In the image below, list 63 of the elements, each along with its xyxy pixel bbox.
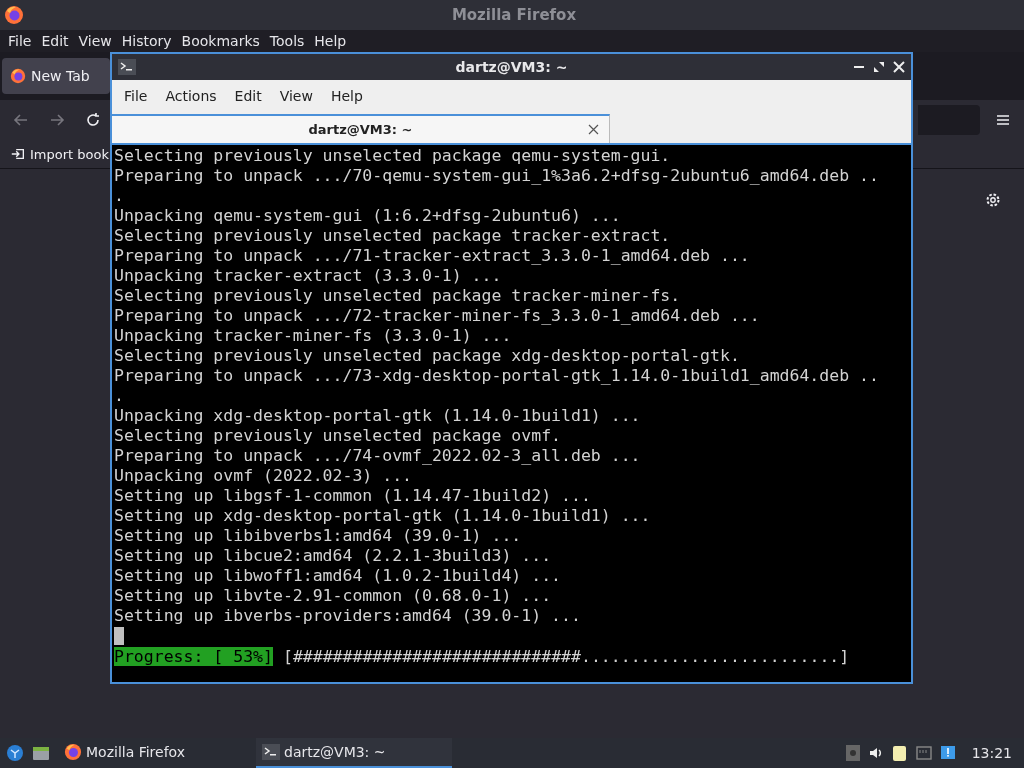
menu-item[interactable]: Tools xyxy=(264,33,310,49)
start-menu-icon[interactable] xyxy=(6,744,24,762)
menu-item[interactable]: Actions xyxy=(156,88,226,104)
reload-icon[interactable] xyxy=(84,111,102,129)
menu-item[interactable]: Help xyxy=(309,33,352,49)
menu-item[interactable]: View xyxy=(73,33,117,49)
text-cursor xyxy=(114,627,124,645)
terminal-line: Preparing to unpack .../70-qemu-system-gui_1%3a6.2+dfsg-2ubuntu6_amd64.deb .. xyxy=(114,166,879,185)
menu-item[interactable]: Edit xyxy=(225,88,271,104)
maximize-icon[interactable] xyxy=(873,61,885,73)
menu-item[interactable]: View xyxy=(270,88,322,104)
terminal-line: Selecting previously unselected package ovmf. xyxy=(114,426,562,445)
terminal-line: Setting up xdg-desktop-portal-gtk (1.14.0-1build1) ... xyxy=(114,506,651,525)
firefox-icon xyxy=(10,68,26,84)
taskbar-button[interactable]: Mozilla Firefox xyxy=(58,738,248,768)
terminal-line: Setting up libcue2:amd64 (2.2.1-3build3) ... xyxy=(114,546,552,565)
close-icon[interactable] xyxy=(588,124,599,135)
terminal-line: Setting up libvte-2.91-common (0.68.0-1) ... xyxy=(114,586,552,605)
terminal-line: Preparing to unpack .../74-ovmf_2022.02-3_all.deb ... xyxy=(114,446,641,465)
folder-icon[interactable] xyxy=(32,744,50,762)
terminal-tab[interactable]: dartz@VM3: ~ xyxy=(112,114,610,143)
menu-item[interactable]: File xyxy=(115,88,157,104)
volume-icon[interactable] xyxy=(867,745,884,761)
terminal-line: Setting up libwoff1:amd64 (1.0.2-1build4) ... xyxy=(114,566,562,585)
terminal-icon xyxy=(118,59,136,75)
terminal-line: Unpacking ovmf (2022.02-3) ... xyxy=(114,466,412,485)
menu-item[interactable]: Help xyxy=(321,88,372,104)
menu-item[interactable]: Edit xyxy=(36,33,74,49)
terminal-line: Preparing to unpack .../72-tracker-miner-fs_3.3.0-1_amd64.deb ... xyxy=(114,306,760,325)
terminal-line: Selecting previously unselected package qemu-system-gui. xyxy=(114,146,671,165)
terminal-line: Preparing to unpack .../73-xdg-desktop-portal-gtk_1.14.0-1build1_amd64.deb .. xyxy=(114,366,879,385)
menu-item[interactable]: Bookmarks xyxy=(176,33,265,49)
import-icon xyxy=(10,146,26,162)
terminal-line: Selecting previously unselected package tracker-miner-fs. xyxy=(114,286,681,305)
firefox-icon xyxy=(4,5,24,25)
browser-tab[interactable]: New Tab xyxy=(2,58,110,94)
window-title: dartz@VM3: ~ xyxy=(455,59,568,75)
terminal-line: Preparing to unpack .../71-tracker-extract_3.3.0-1_amd64.deb ... xyxy=(114,246,750,265)
terminal-line: Unpacking xdg-desktop-portal-gtk (1.14.0-1build1) ... xyxy=(114,406,641,425)
menu-item[interactable]: History xyxy=(116,33,177,49)
terminal-line: . xyxy=(114,386,124,405)
terminal-line: Unpacking qemu-system-gui (1:6.2+dfsg-2ubuntu6) ... xyxy=(114,206,621,225)
firefox-icon xyxy=(64,743,82,761)
terminal-line: Selecting previously unselected package tracker-extract. xyxy=(114,226,671,245)
notification-icon[interactable] xyxy=(939,745,956,761)
terminal-line: Unpacking tracker-miner-fs (3.3.0-1) ... xyxy=(114,326,512,345)
taskbar-button[interactable]: dartz@VM3: ~ xyxy=(256,738,452,768)
bookmark-item[interactable]: Import book xyxy=(10,146,109,162)
window-title: Mozilla Firefox xyxy=(451,6,577,24)
progress-bar-text: [#############################..........................] xyxy=(282,647,850,666)
terminal-line: Setting up ibverbs-providers:amd64 (39.0-1) ... xyxy=(114,606,581,625)
menu-item[interactable]: File xyxy=(3,33,37,49)
terminal-line: Setting up libibverbs1:amd64 (39.0-1) ... xyxy=(114,526,522,545)
terminal-icon xyxy=(262,744,280,760)
terminal-line: Selecting previously unselected package xdg-desktop-portal-gtk. xyxy=(114,346,740,365)
clock: 13:21 xyxy=(971,745,1012,761)
terminal-line: Setting up libgsf-1-common (1.14.47-1build2) ... xyxy=(114,486,591,505)
clipboard-icon[interactable] xyxy=(891,745,908,761)
network-icon[interactable] xyxy=(915,745,932,761)
terminal-line: . xyxy=(114,186,124,205)
terminal-line: Unpacking tracker-extract (3.3.0-1) ... xyxy=(114,266,502,285)
settings-icon[interactable] xyxy=(984,191,1002,209)
progress-label: Progress: [ 53%] xyxy=(114,647,273,666)
